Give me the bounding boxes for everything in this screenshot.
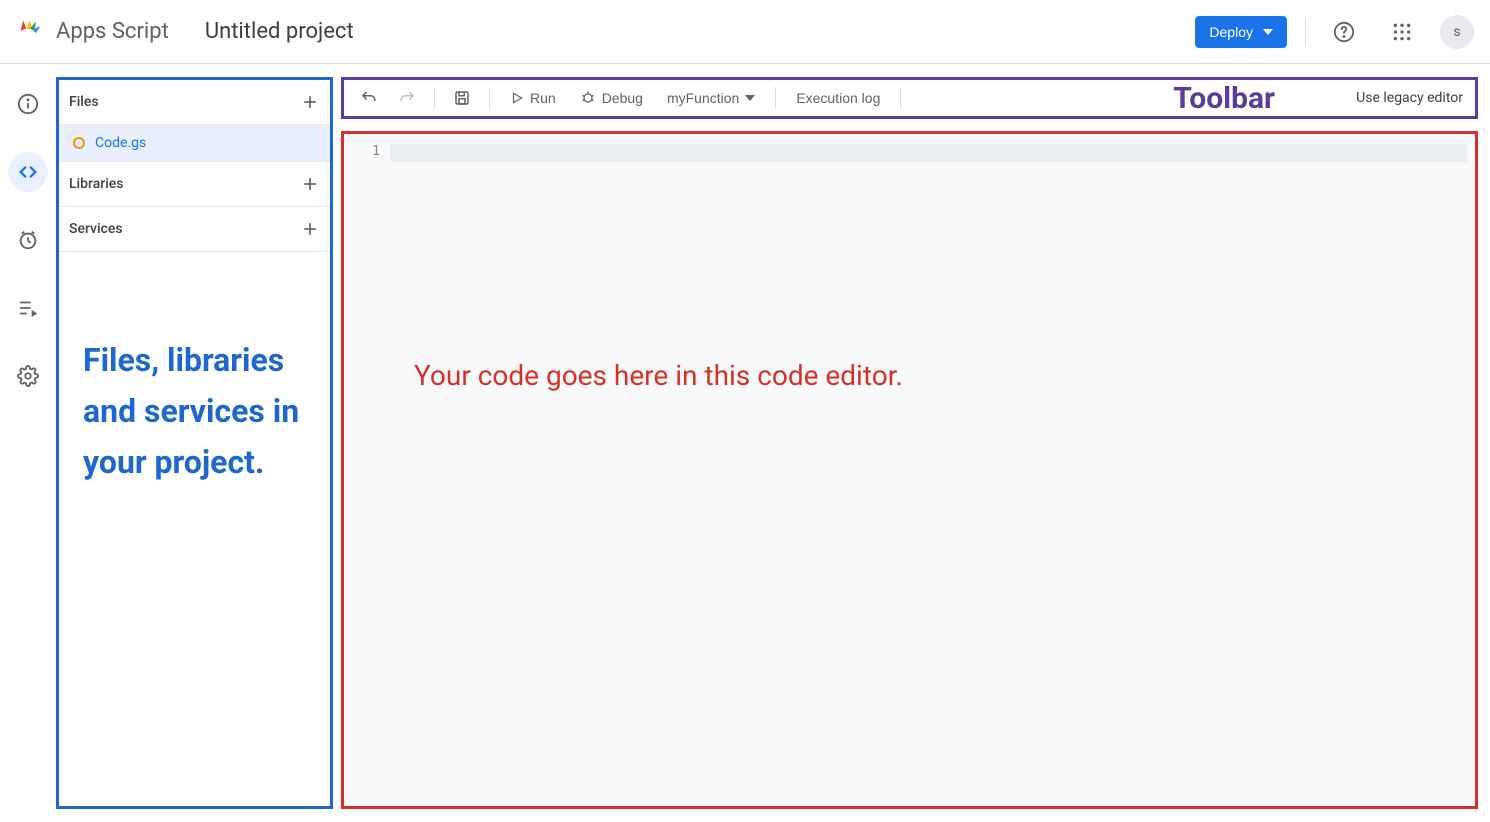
separator-icon — [900, 87, 901, 109]
separator-icon — [775, 87, 776, 109]
modified-indicator-icon — [73, 137, 85, 149]
add-file-button[interactable] — [300, 92, 320, 112]
info-icon — [17, 93, 39, 115]
deploy-label: Deploy — [1209, 24, 1253, 40]
exec-log-label: Execution log — [796, 90, 880, 106]
project-sidebar: Files Code.gs Libraries Services Files, … — [56, 77, 333, 809]
play-icon — [510, 91, 524, 105]
toolbar-annotation: Toolbar — [1173, 81, 1275, 116]
undo-icon — [360, 89, 378, 107]
function-name-label: myFunction — [667, 90, 739, 106]
save-icon — [453, 89, 471, 107]
deploy-button[interactable]: Deploy — [1195, 16, 1287, 48]
save-button[interactable] — [445, 81, 479, 115]
code-area[interactable] — [390, 134, 1475, 806]
apps-grid-icon — [1392, 22, 1412, 42]
rail-editor-button[interactable] — [8, 152, 48, 192]
app-name-label: Apps Script — [56, 19, 169, 44]
section-label: Files — [69, 94, 99, 110]
clock-icon — [17, 229, 39, 251]
help-icon — [1333, 21, 1355, 43]
separator-icon — [489, 87, 490, 109]
legacy-editor-link[interactable]: Use legacy editor — [1356, 90, 1467, 106]
debug-button[interactable]: Debug — [570, 84, 653, 112]
sidebar-section-libraries: Libraries — [59, 162, 330, 207]
line-number: 1 — [344, 144, 380, 159]
user-avatar[interactable]: s — [1440, 15, 1474, 49]
editor-toolbar: Run Debug myFunction Execution log Toolb… — [341, 77, 1478, 119]
logo-area: Apps Script — [16, 18, 169, 46]
run-button[interactable]: Run — [500, 84, 566, 112]
section-label: Libraries — [69, 176, 123, 192]
sidebar-annotation: Files, libraries and services in your pr… — [83, 335, 300, 489]
add-library-button[interactable] — [300, 174, 320, 194]
apps-script-logo-icon — [16, 18, 44, 46]
rail-settings-button[interactable] — [8, 356, 48, 396]
divider-icon — [1305, 18, 1306, 46]
debug-label: Debug — [602, 90, 643, 106]
rail-triggers-button[interactable] — [8, 220, 48, 260]
file-name-label: Code.gs — [95, 135, 146, 151]
redo-button[interactable] — [390, 81, 424, 115]
gear-icon — [17, 365, 39, 387]
run-label: Run — [530, 90, 556, 106]
dropdown-icon — [745, 95, 755, 101]
add-service-button[interactable] — [300, 219, 320, 239]
executions-icon — [17, 297, 39, 319]
content-column: Run Debug myFunction Execution log Toolb… — [333, 64, 1490, 822]
help-button[interactable] — [1324, 12, 1364, 52]
project-title[interactable]: Untitled project — [205, 19, 354, 44]
undo-button[interactable] — [352, 81, 386, 115]
apps-menu-button[interactable] — [1382, 12, 1422, 52]
debug-icon — [580, 90, 596, 106]
execution-log-button[interactable]: Execution log — [786, 84, 890, 112]
code-line[interactable] — [390, 144, 1467, 162]
file-item[interactable]: Code.gs — [59, 125, 330, 162]
header-right: Deploy s — [1195, 12, 1474, 52]
sidebar-section-files: Files — [59, 80, 330, 125]
code-icon — [17, 161, 39, 183]
redo-icon — [398, 89, 416, 107]
rail-executions-button[interactable] — [8, 288, 48, 328]
left-rail — [0, 64, 56, 822]
separator-icon — [434, 87, 435, 109]
editor-annotation: Your code goes here in this code editor. — [414, 359, 903, 392]
sidebar-section-services: Services — [59, 207, 330, 252]
sidebar-wrap: Files Code.gs Libraries Services Files, … — [56, 64, 333, 822]
section-label: Services — [69, 221, 123, 237]
function-selector[interactable]: myFunction — [657, 84, 765, 112]
caret-down-icon — [1263, 29, 1273, 35]
app-header: Apps Script Untitled project Deploy s — [0, 0, 1490, 64]
code-editor[interactable]: 1 Your code goes here in this code edito… — [341, 131, 1478, 809]
line-gutter: 1 — [344, 134, 390, 806]
main-area: Files Code.gs Libraries Services Files, … — [0, 64, 1490, 822]
rail-overview-button[interactable] — [8, 84, 48, 124]
